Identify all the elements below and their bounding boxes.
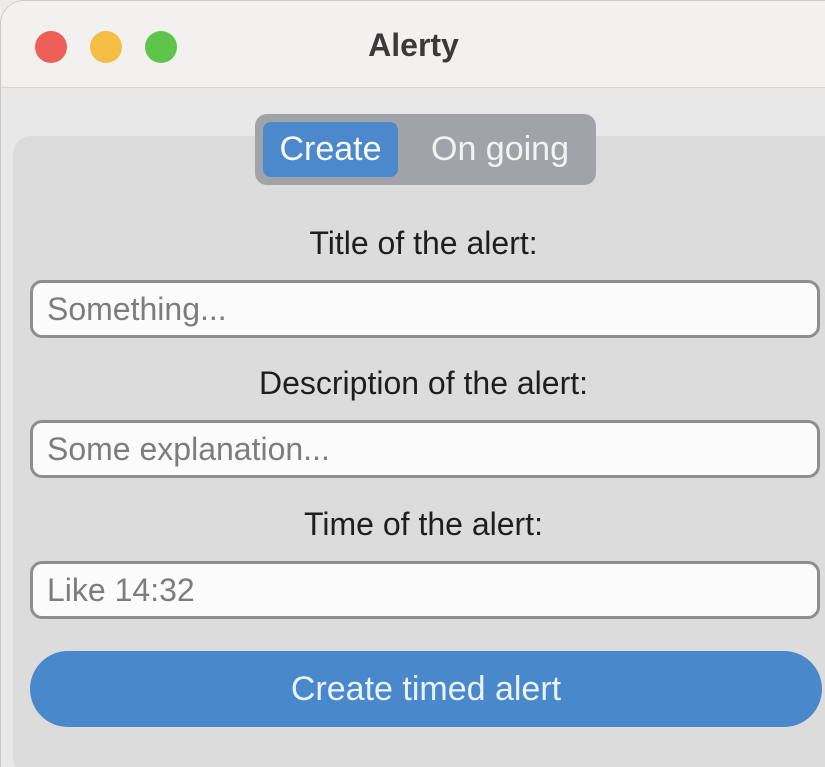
tab-switcher: Create On going <box>255 114 596 185</box>
create-timed-alert-button[interactable]: Create timed alert <box>30 651 822 727</box>
description-label: Description of the alert: <box>258 365 589 401</box>
tab-create[interactable]: Create <box>263 122 398 177</box>
title-label: Title of the alert: <box>309 225 538 261</box>
description-input[interactable] <box>30 420 820 478</box>
tab-on-going[interactable]: On going <box>415 122 585 177</box>
title-bar: Alerty <box>1 1 825 88</box>
window-title: Alerty <box>368 27 459 63</box>
title-input[interactable] <box>30 280 820 338</box>
time-label: Time of the alert: <box>304 506 543 542</box>
time-input[interactable] <box>30 561 820 619</box>
app-window: Alerty Create On going Title of the aler… <box>0 0 825 767</box>
